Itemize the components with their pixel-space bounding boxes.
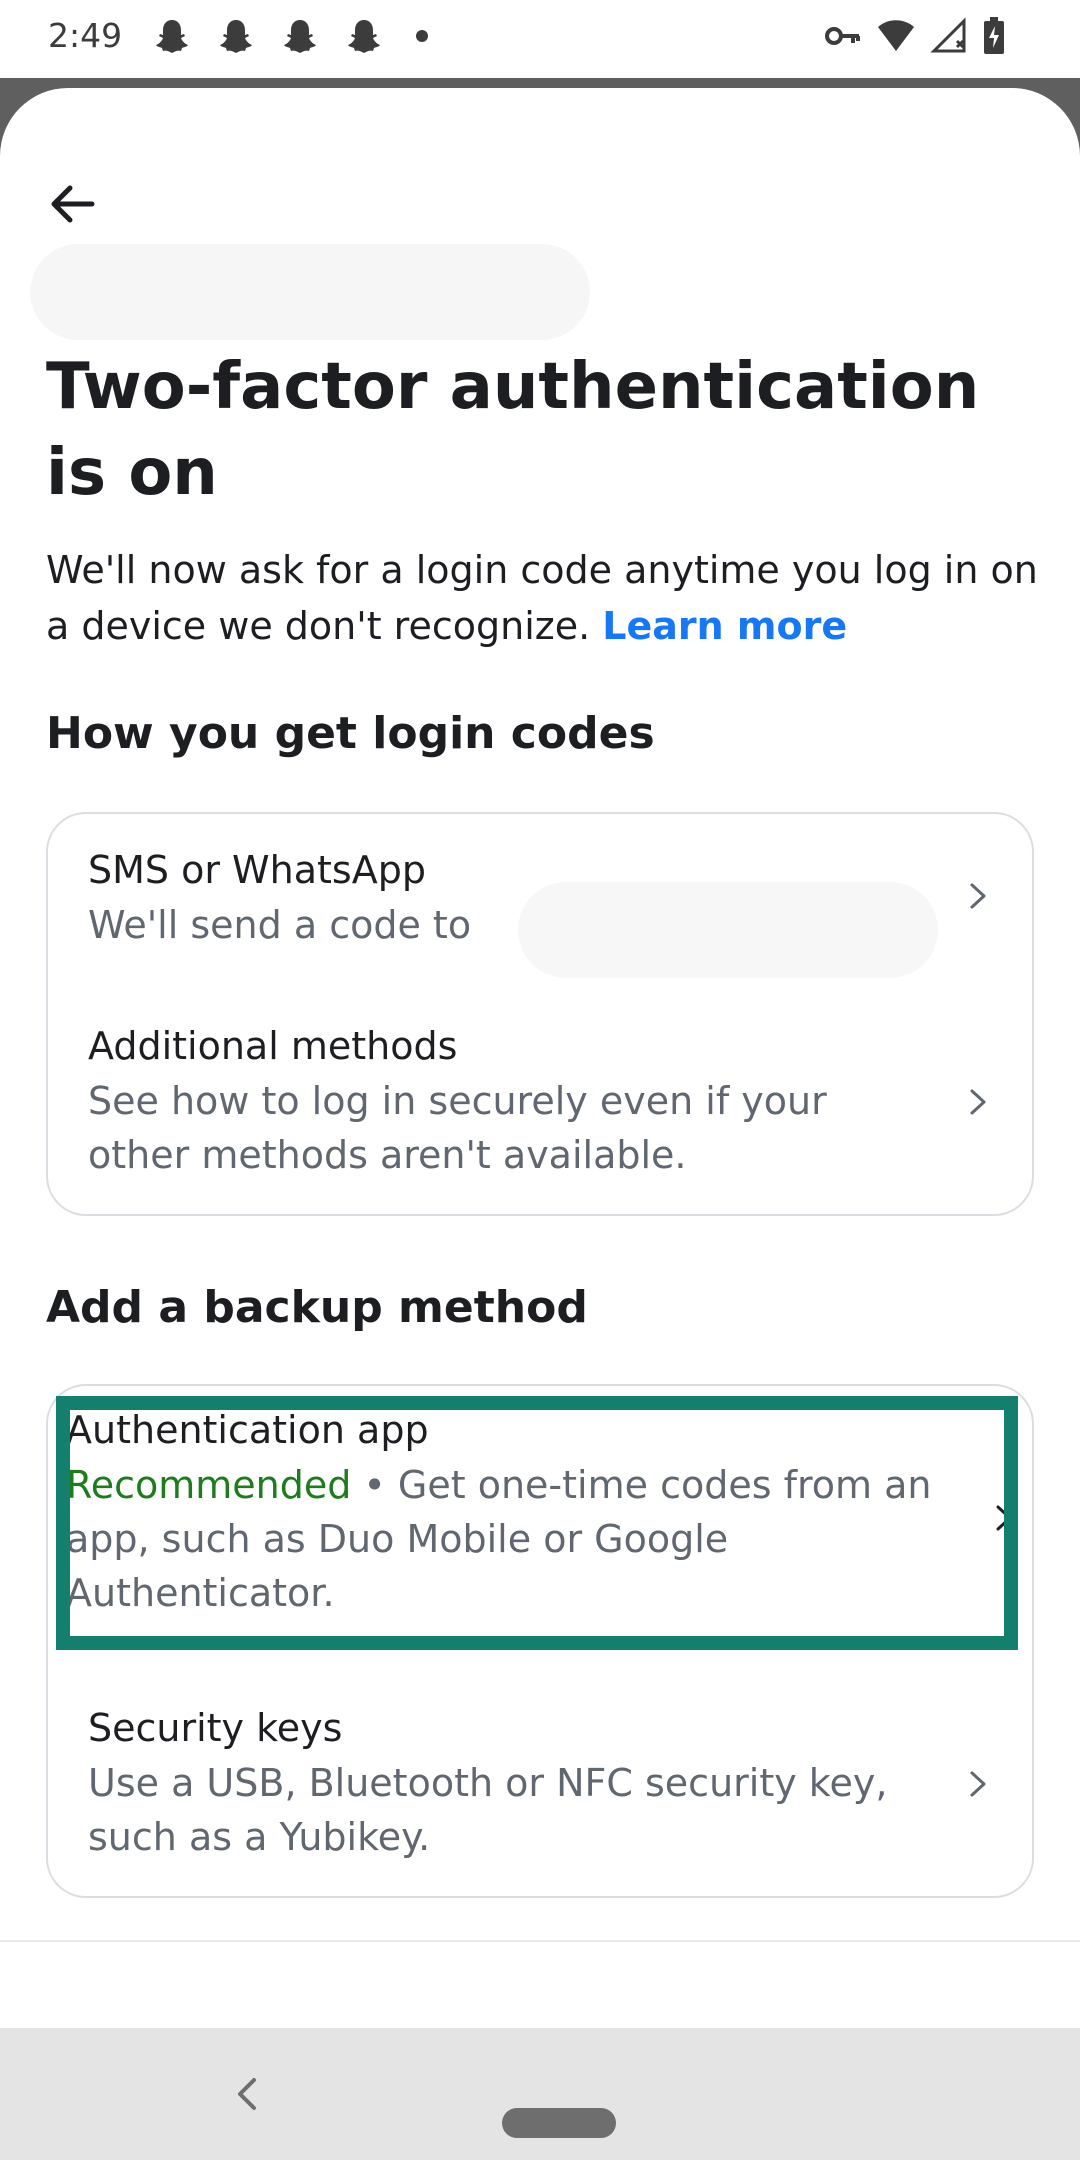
security-keys-title: Security keys [88, 1706, 343, 1750]
vpn-key-icon [825, 27, 860, 45]
battery-charging-icon [984, 17, 1004, 54]
selection-highlight-box [56, 1396, 1018, 1650]
cellular-signal-icon [930, 17, 966, 53]
status-time: 2:49 [48, 16, 123, 55]
more-notifications-dot [416, 30, 428, 42]
redacted-account-name [30, 244, 590, 340]
status-icons [824, 16, 1006, 56]
chevron-right-icon [970, 883, 986, 909]
snapchat-icon [284, 20, 316, 53]
intro-text: We'll now ask for a login code anytime y… [46, 542, 1046, 654]
system-nav-bar [0, 2028, 1080, 2160]
security-keys-row[interactable]: Security keys Use a USB, Bluetooth or NF… [88, 1700, 992, 1870]
arrow-left-icon[interactable] [46, 178, 98, 230]
security-keys-description: Use a USB, Bluetooth or NFC security key… [88, 1761, 888, 1859]
redacted-phone-number [518, 882, 938, 978]
status-bar: 2:49 [0, 0, 1080, 78]
chevron-right-icon [970, 1771, 986, 1797]
snapchat-icon [156, 20, 188, 53]
wifi-icon [878, 20, 914, 51]
snapchat-icon [220, 20, 252, 53]
notification-icons [152, 16, 428, 56]
home-pill-icon[interactable] [502, 2108, 616, 2138]
intro-body: We'll now ask for a login code anytime y… [46, 548, 1038, 648]
chevron-right-icon [970, 1089, 986, 1115]
login-codes-card-content: SMS or WhatsApp We'll send a code to Add… [46, 812, 1034, 1216]
login-codes-heading: How you get login codes [46, 708, 655, 759]
additional-methods-description: See how to log in securely even if your … [88, 1079, 827, 1177]
page-title: Two-factor authentication is on [46, 350, 980, 510]
nav-back-icon[interactable] [228, 2074, 268, 2114]
snapchat-icon [348, 20, 380, 53]
backup-heading: Add a backup method [46, 1282, 588, 1333]
additional-methods-row[interactable]: Additional methods See how to log in sec… [88, 1018, 992, 1188]
additional-methods-title: Additional methods [88, 1024, 458, 1068]
learn-more-link[interactable]: Learn more [602, 604, 847, 648]
sms-whatsapp-row[interactable]: SMS or WhatsApp We'll send a code to [88, 842, 992, 992]
bottom-divider [0, 1940, 1080, 1942]
